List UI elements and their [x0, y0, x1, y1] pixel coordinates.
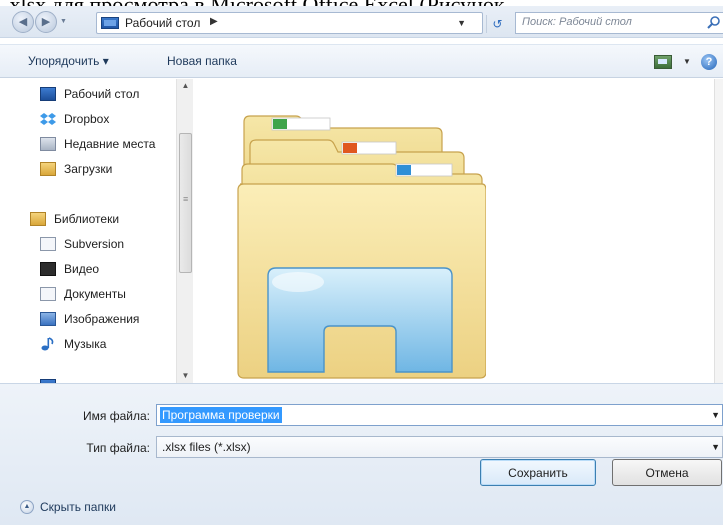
address-bar-area: ◀ ▶ ▼ Рабочий стол ▶ ▼ ↺: [0, 6, 723, 38]
nav-item-label: Dropbox: [64, 112, 110, 126]
recent-pages-dropdown[interactable]: ▼: [60, 18, 68, 26]
hide-folders-label: Скрыть папки: [40, 500, 116, 514]
filetype-label: Тип файла:: [86, 441, 150, 455]
organize-button[interactable]: Упорядочить ▾: [28, 54, 109, 68]
filename-value[interactable]: Программа проверки: [160, 407, 282, 423]
nav-pane-scrollbar[interactable]: ▲ ▼: [176, 79, 193, 383]
libraries-icon: [30, 212, 46, 226]
nav-item-label: Рабочий стол: [64, 87, 140, 101]
back-arrow-icon: ◀: [18, 16, 28, 28]
chevron-right-icon[interactable]: ▶: [210, 16, 218, 27]
document-icon: [40, 237, 56, 251]
filetype-select[interactable]: .xlsx files (*.xlsx) ▼: [156, 436, 723, 458]
search-input[interactable]: [522, 16, 702, 28]
nav-item-label: Музыка: [64, 337, 107, 351]
filetype-value: .xlsx files (*.xlsx): [162, 440, 251, 454]
content-scrollbar[interactable]: [714, 79, 723, 383]
address-box[interactable]: Рабочий стол ▶ ▼: [96, 12, 483, 34]
navigation-pane: Рабочий стол Dropbox Недавние места Загр…: [0, 79, 196, 383]
desktop-icon: [101, 17, 119, 29]
downloads-icon: [40, 162, 56, 176]
help-icon[interactable]: ?: [701, 54, 717, 70]
search-icon[interactable]: [706, 15, 722, 31]
refresh-icon: ↺: [492, 17, 503, 31]
cancel-button[interactable]: Отмена: [612, 459, 722, 486]
dropbox-icon: [40, 113, 56, 125]
refresh-button[interactable]: ↺: [486, 15, 508, 33]
chevron-up-icon: ▲: [20, 500, 34, 514]
video-icon: [40, 262, 56, 276]
nav-item-label: Изображения: [64, 312, 140, 326]
music-icon: [41, 337, 54, 351]
nav-item-label: Недавние места: [64, 137, 156, 151]
nav-item-label: Subversion: [64, 237, 125, 251]
forward-button[interactable]: ▶: [35, 11, 57, 33]
change-view-icon[interactable]: [654, 55, 672, 69]
nav-item-label: Библиотеки: [54, 212, 120, 226]
search-box[interactable]: [515, 12, 723, 34]
new-folder-button[interactable]: Новая папка: [167, 54, 237, 68]
filename-dropdown-icon[interactable]: ▼: [711, 410, 720, 420]
nav-item-label: Загрузки: [64, 162, 113, 176]
forward-arrow-icon: ▶: [41, 16, 51, 28]
command-bar: Упорядочить ▾ Новая папка ▼ ?: [0, 44, 723, 78]
scroll-up-arrow-icon[interactable]: ▲: [177, 81, 194, 95]
filetype-dropdown-icon[interactable]: ▼: [711, 442, 720, 452]
filename-label: Имя файла:: [83, 409, 150, 423]
desktop-icon: [40, 87, 56, 101]
nav-item-label: Документы: [64, 287, 126, 301]
back-button[interactable]: ◀: [12, 11, 34, 33]
scrollbar-thumb[interactable]: [179, 133, 192, 273]
images-icon: [40, 312, 56, 326]
view-dropdown-icon[interactable]: ▼: [683, 57, 691, 66]
scroll-down-arrow-icon[interactable]: ▼: [177, 371, 194, 383]
empty-folder-icon: [237, 115, 486, 379]
recent-places-icon: [40, 137, 56, 151]
nav-item-label: Видео: [64, 262, 100, 276]
address-dropdown-icon[interactable]: ▼: [457, 18, 466, 28]
save-options-panel: Имя файла: Программа проверки ▼ Тип файл…: [0, 383, 723, 525]
address-location[interactable]: Рабочий стол: [125, 16, 200, 30]
filename-field[interactable]: Программа проверки ▼: [156, 404, 723, 426]
document-icon: [40, 287, 56, 301]
save-button[interactable]: Сохранить: [480, 459, 596, 486]
